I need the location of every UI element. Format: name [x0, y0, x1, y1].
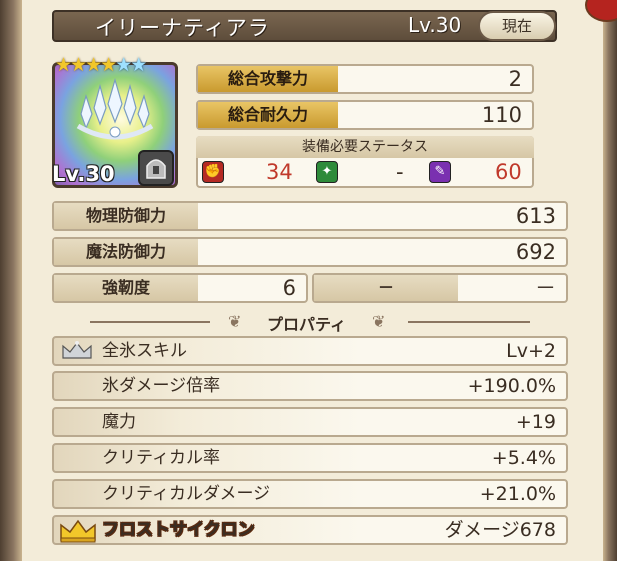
property-value: +19: [515, 411, 556, 433]
required-status-title: 装備必要ステータス: [196, 136, 534, 158]
property-row: クリティカルダメージ +21.0%: [52, 479, 568, 509]
icon-level: Lv.30: [52, 162, 115, 186]
magic-defense-row: 魔法防御力 692: [52, 237, 568, 267]
helmet-icon: [138, 150, 174, 186]
required-strength-value: 34: [266, 160, 293, 184]
rarity-stars: ★★★★★★: [55, 54, 147, 76]
item-level: Lv.30: [408, 13, 462, 37]
tiara-crystal-icon: [76, 78, 154, 140]
star-icon: ★: [70, 54, 87, 76]
star-icon: ★: [115, 54, 132, 76]
property-label: 魔力: [102, 412, 136, 432]
fist-icon: ✊: [202, 161, 224, 183]
durability-row: 総合耐久力 110: [196, 100, 534, 130]
ultimate-row: フロストサイクロン ダメージ678: [52, 515, 568, 545]
empty-stat-value: －: [535, 276, 556, 300]
physical-defense-label: 物理防御力: [54, 203, 198, 229]
ornament-icon: ❦: [228, 312, 242, 331]
toughness-row: 強靭度 6: [52, 273, 308, 303]
star-icon: ★: [130, 54, 147, 76]
property-value: Lv+2: [506, 340, 556, 362]
divider-left: [90, 321, 210, 323]
property-row: 魔力 +19: [52, 407, 568, 437]
property-row: 全氷スキル Lv+2: [52, 336, 568, 366]
wand-icon: ✎: [429, 161, 451, 183]
properties-title: プロパティ: [267, 315, 347, 334]
ultimate-skill-name: フロストサイクロン: [102, 520, 255, 540]
toughness-label: 強靭度: [54, 275, 198, 301]
sparkle-icon: ✦: [316, 161, 338, 183]
star-icon: ★: [55, 54, 72, 76]
physical-defense-row: 物理防御力 613: [52, 201, 568, 231]
durability-label: 総合耐久力: [198, 102, 338, 128]
ornament-icon: ❦: [372, 312, 386, 331]
required-dexterity-value: -: [396, 160, 404, 184]
property-value: +190.0%: [467, 375, 556, 397]
attack-row: 総合攻撃力 2: [196, 64, 534, 94]
crown-gold-icon: [60, 519, 96, 543]
ultimate-damage: ダメージ678: [444, 519, 556, 541]
current-button[interactable]: 現在: [478, 11, 556, 41]
attack-value: 2: [508, 67, 522, 91]
empty-stat-row: － －: [312, 273, 568, 303]
empty-stat-label: －: [314, 275, 458, 301]
property-row: 氷ダメージ倍率 +190.0%: [52, 371, 568, 401]
property-value: +5.4%: [491, 447, 556, 469]
property-label: 氷ダメージ倍率: [102, 376, 221, 396]
attack-label: 総合攻撃力: [198, 66, 338, 92]
divider-right: [408, 321, 530, 323]
property-label: クリティカルダメージ: [102, 484, 271, 504]
magic-defense-value: 692: [515, 240, 556, 264]
star-icon: ★: [100, 54, 117, 76]
crown-silver-icon: [62, 341, 92, 359]
physical-defense-value: 613: [515, 204, 556, 228]
durability-value: 110: [481, 103, 522, 127]
toughness-value: 6: [282, 276, 296, 300]
property-label: 全氷スキル: [102, 341, 187, 361]
item-name: イリーナティアラ: [95, 16, 270, 40]
property-row: クリティカル率 +5.4%: [52, 443, 568, 473]
property-label: クリティカル率: [102, 448, 220, 468]
required-magic-value: 60: [495, 160, 522, 184]
property-value: +21.0%: [479, 483, 556, 505]
star-icon: ★: [85, 54, 102, 76]
magic-defense-label: 魔法防御力: [54, 239, 198, 265]
